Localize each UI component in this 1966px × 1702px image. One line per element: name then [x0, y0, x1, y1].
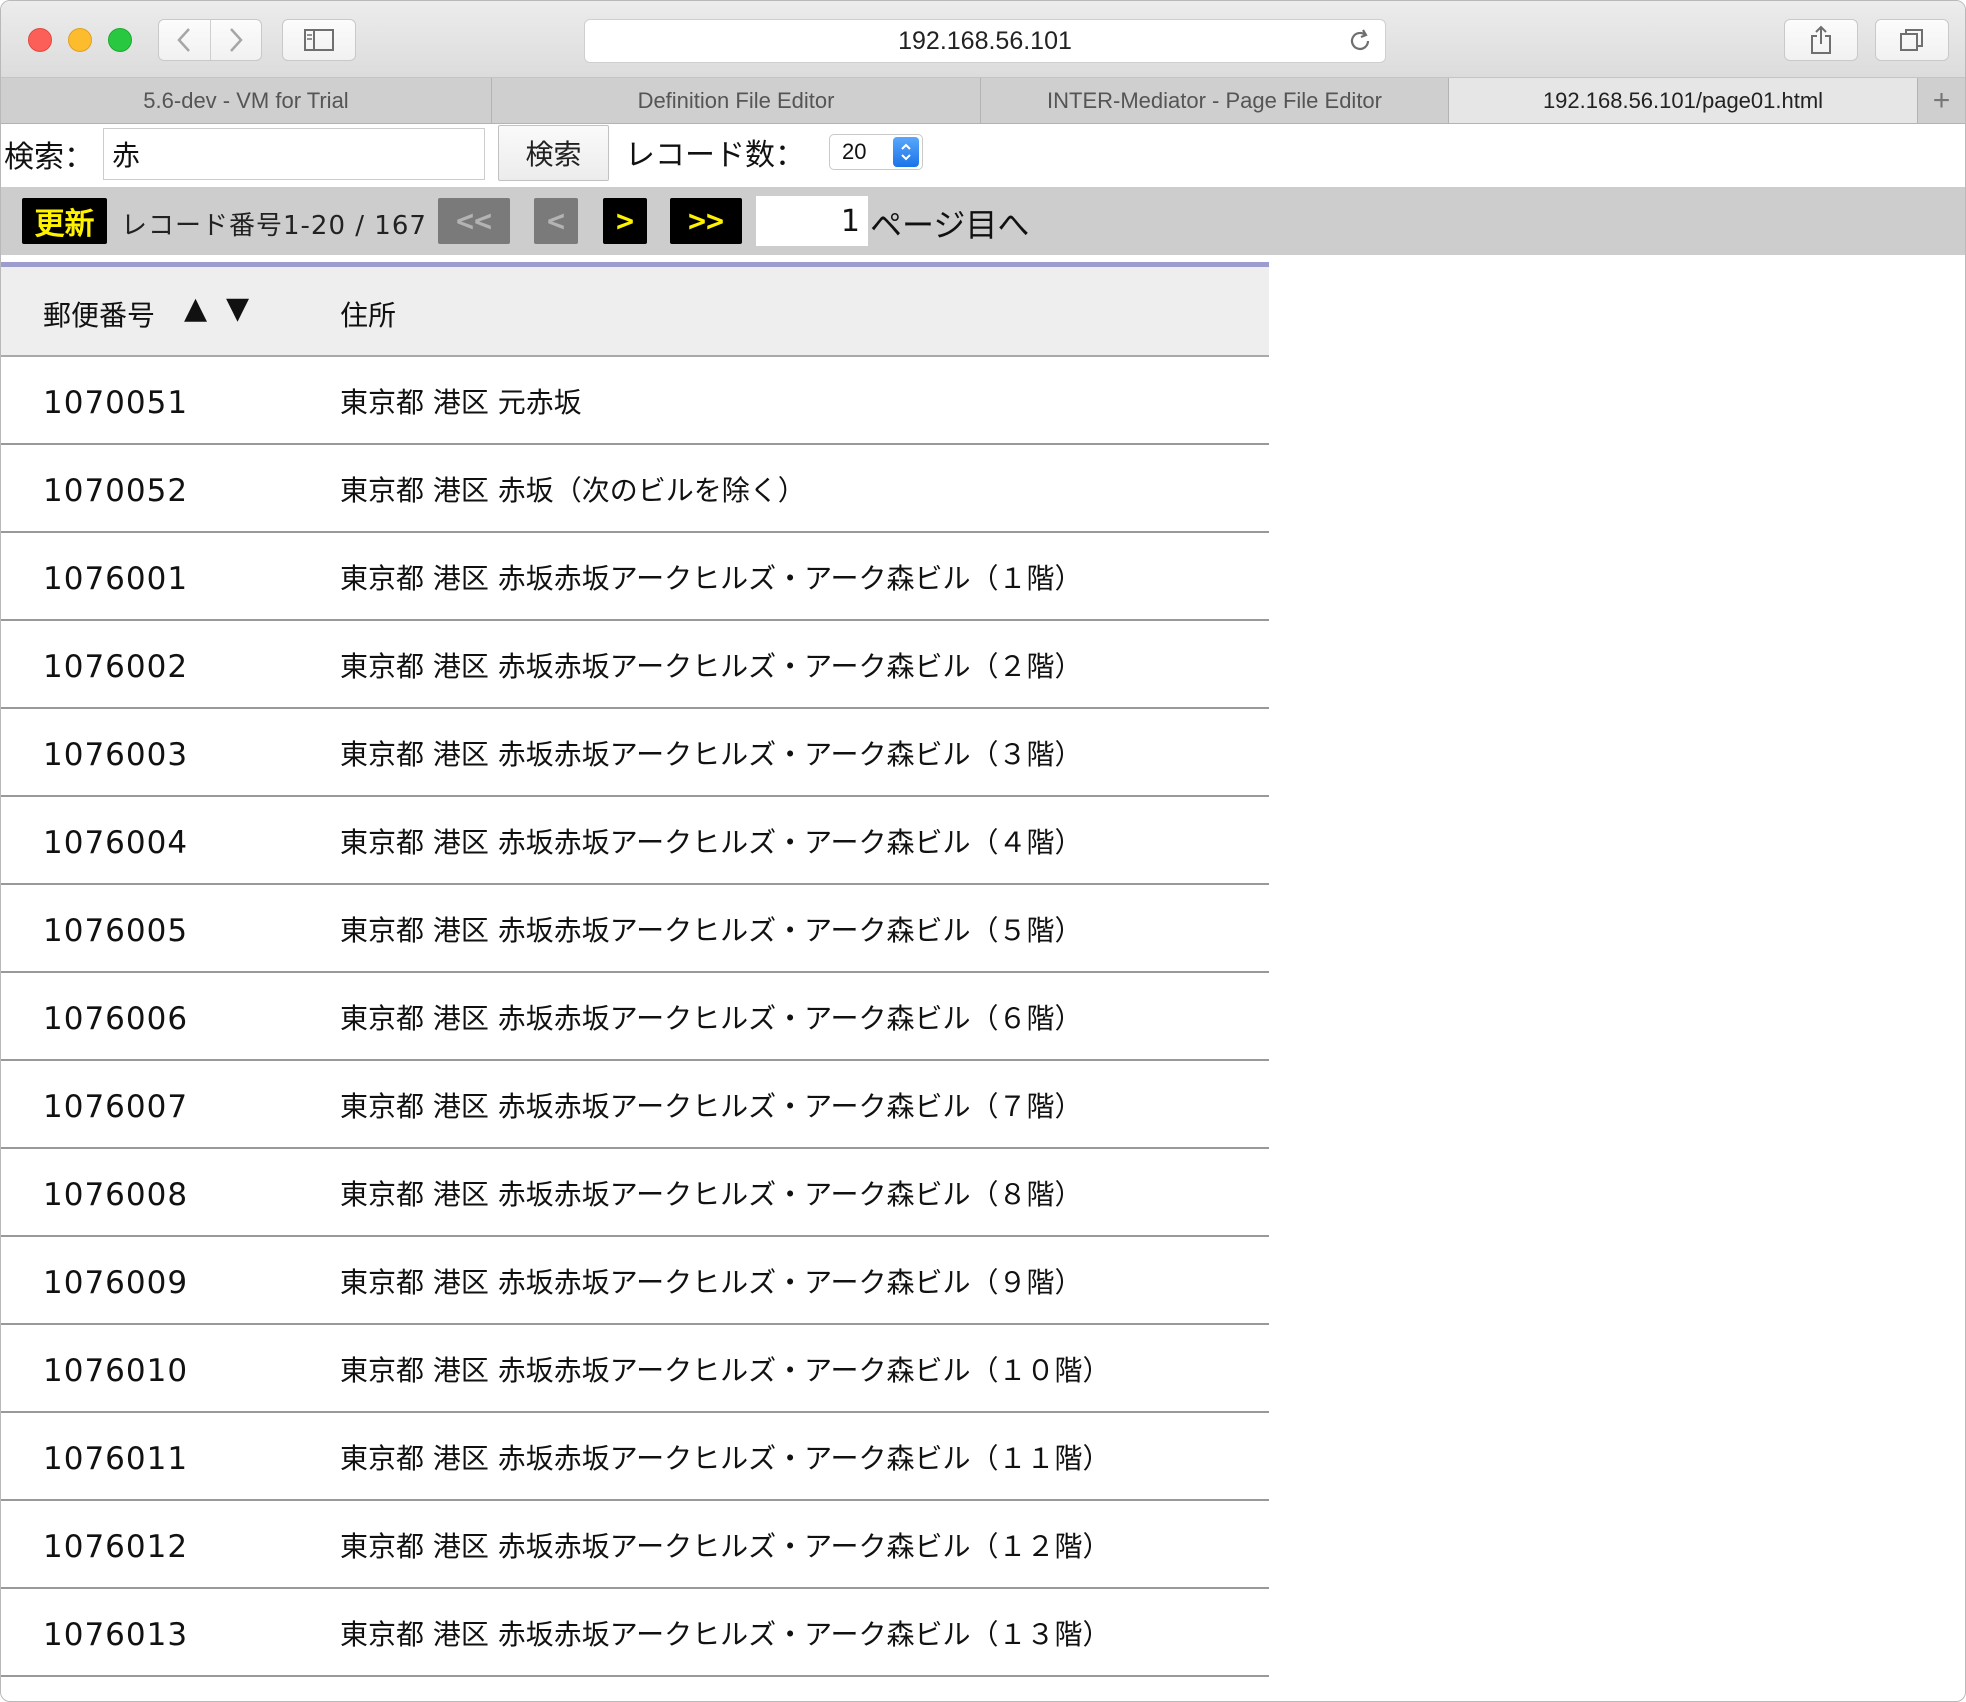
- zip-cell: 1076005: [43, 913, 189, 949]
- zip-column-header: 郵便番号: [43, 299, 156, 332]
- title-bar: 192.168.56.101: [1, 1, 1965, 78]
- address-cell: 東京都 港区 赤坂赤坂アークヒルズ・アーク森ビル（２階）: [340, 650, 1083, 683]
- zip-cell: 1076006: [43, 1001, 189, 1037]
- page-jump-label: ページ目へ: [870, 206, 1030, 244]
- table-row: 1076004 東京都 港区 赤坂赤坂アークヒルズ・アーク森ビル（４階）: [1, 797, 1269, 885]
- table-row: 1076007 東京都 港区 赤坂赤坂アークヒルズ・アーク森ビル（７階）: [1, 1061, 1269, 1149]
- pagination-bar: 更新 レコード番号1-20 / 167 << < > >> ページ目へ: [1, 187, 1965, 255]
- zip-cell: 1076013: [43, 1617, 189, 1653]
- table-row: 1076005 東京都 港区 赤坂赤坂アークヒルズ・アーク森ビル（５階）: [1, 885, 1269, 973]
- forward-button[interactable]: [209, 20, 262, 60]
- record-range-text: レコード番号1-20 / 167: [121, 211, 427, 241]
- address-table: 郵便番号 ▲ ▼ 住所 1070051 東京都 港区 元赤坂 1070052 東京都 …: [1, 262, 1269, 1677]
- back-button[interactable]: [159, 20, 210, 60]
- address-cell: 東京都 港区 赤坂赤坂アークヒルズ・アーク森ビル（１３階）: [340, 1618, 1111, 1651]
- address-cell: 東京都 港区 赤坂赤坂アークヒルズ・アーク森ビル（８階）: [340, 1178, 1083, 1211]
- table-row: 1076001 東京都 港区 赤坂赤坂アークヒルズ・アーク森ビル（１階）: [1, 533, 1269, 621]
- address-column-header: 住所: [340, 299, 397, 332]
- back-icon: [177, 28, 191, 52]
- table-row: 1076006 東京都 港区 赤坂赤坂アークヒルズ・アーク森ビル（６階）: [1, 973, 1269, 1061]
- table-row: 1070051 東京都 港区 元赤坂: [1, 357, 1269, 445]
- zip-cell: 1076002: [43, 649, 189, 685]
- zip-cell: 1070052: [43, 473, 189, 509]
- sidebar-icon: [304, 29, 334, 51]
- browser-window: 192.168.56.101 5.6-dev - VM for Trial De…: [0, 0, 1966, 1702]
- table-row: 1076008 東京都 港区 赤坂赤坂アークヒルズ・アーク森ビル（８階）: [1, 1149, 1269, 1237]
- zip-cell: 1076008: [43, 1177, 189, 1213]
- address-cell: 東京都 港区 赤坂（次のビルを除く）: [340, 474, 806, 507]
- zip-cell: 1076009: [43, 1265, 189, 1301]
- table-row: 1076002 東京都 港区 赤坂赤坂アークヒルズ・アーク森ビル（２階）: [1, 621, 1269, 709]
- table-row: 1076010 東京都 港区 赤坂赤坂アークヒルズ・アーク森ビル（１０階）: [1, 1325, 1269, 1413]
- page-number-input[interactable]: [756, 196, 868, 246]
- table-row: 1076011 東京都 港区 赤坂赤坂アークヒルズ・アーク森ビル（１１階）: [1, 1413, 1269, 1501]
- history-nav-group: [158, 19, 262, 61]
- tab-bar: 5.6-dev - VM for Trial Definition File E…: [1, 78, 1965, 124]
- address-cell: 東京都 港区 赤坂赤坂アークヒルズ・アーク森ビル（９階）: [340, 1266, 1083, 1299]
- new-tab-button[interactable]: +: [1918, 78, 1965, 123]
- reload-icon: [1350, 29, 1370, 50]
- table-row: 1076012 東京都 港区 赤坂赤坂アークヒルズ・アーク森ビル（１２階）: [1, 1501, 1269, 1589]
- close-window-button[interactable]: [28, 28, 52, 52]
- tab-definition-file-editor[interactable]: Definition File Editor: [492, 78, 981, 123]
- tab-vm-for-trial[interactable]: 5.6-dev - VM for Trial: [1, 78, 492, 123]
- address-cell: 東京都 港区 赤坂赤坂アークヒルズ・アーク森ビル（１０階）: [340, 1354, 1111, 1387]
- zip-cell: 1076004: [43, 825, 189, 861]
- zoom-window-button[interactable]: [108, 28, 132, 52]
- sort-descending-button[interactable]: ▼: [226, 291, 249, 326]
- zip-cell: 1076003: [43, 737, 189, 773]
- tabs-overview-button[interactable]: [1875, 19, 1949, 61]
- address-cell: 東京都 港区 赤坂赤坂アークヒルズ・アーク森ビル（３階）: [340, 738, 1083, 771]
- search-label: 検索：: [4, 140, 94, 175]
- minimize-window-button[interactable]: [68, 28, 92, 52]
- record-count-value: 20: [842, 139, 867, 164]
- address-bar[interactable]: 192.168.56.101: [584, 19, 1386, 63]
- search-input[interactable]: [103, 128, 485, 180]
- address-text: 192.168.56.101: [898, 26, 1072, 55]
- reload-button[interactable]: [1347, 28, 1373, 61]
- search-row: 検索： 検索 レコード数： 20: [1, 124, 1965, 187]
- forward-icon: [229, 28, 243, 52]
- address-cell: 東京都 港区 赤坂赤坂アークヒルズ・アーク森ビル（４階）: [340, 826, 1083, 859]
- address-cell: 東京都 港区 赤坂赤坂アークヒルズ・アーク森ビル（１階）: [340, 562, 1083, 595]
- zip-cell: 1076007: [43, 1089, 189, 1125]
- address-cell: 東京都 港区 赤坂赤坂アークヒルズ・アーク森ビル（１２階）: [340, 1530, 1111, 1563]
- address-cell: 東京都 港区 赤坂赤坂アークヒルズ・アーク森ビル（５階）: [340, 914, 1083, 947]
- sort-ascending-button[interactable]: ▲: [184, 291, 207, 326]
- first-page-button[interactable]: <<: [438, 198, 510, 244]
- table-body: 1070051 東京都 港区 元赤坂 1070052 東京都 港区 赤坂（次のビルを除…: [1, 357, 1269, 1677]
- tab-page01[interactable]: 192.168.56.101/page01.html: [1449, 78, 1918, 123]
- record-count-label: レコード数：: [625, 138, 805, 173]
- table-row: 1076013 東京都 港区 赤坂赤坂アークヒルズ・アーク森ビル（１３階）: [1, 1589, 1269, 1677]
- tabs-overview-icon: [1900, 29, 1923, 51]
- update-button[interactable]: 更新: [22, 198, 107, 244]
- address-cell: 東京都 港区 赤坂赤坂アークヒルズ・アーク森ビル（１１階）: [340, 1442, 1111, 1475]
- zip-cell: 1076001: [43, 561, 189, 597]
- table-row: 1076009 東京都 港区 赤坂赤坂アークヒルズ・アーク森ビル（９階）: [1, 1237, 1269, 1325]
- table-row: 1070052 東京都 港区 赤坂（次のビルを除く）: [1, 445, 1269, 533]
- table-row: 1076003 東京都 港区 赤坂赤坂アークヒルズ・アーク森ビル（３階）: [1, 709, 1269, 797]
- share-icon: [1811, 25, 1831, 54]
- table-header: 郵便番号 ▲ ▼ 住所: [1, 267, 1269, 357]
- zip-cell: 1070051: [43, 385, 189, 421]
- zip-cell: 1076012: [43, 1529, 189, 1565]
- zip-cell: 1076011: [43, 1441, 189, 1477]
- address-cell: 東京都 港区 赤坂赤坂アークヒルズ・アーク森ビル（６階）: [340, 1002, 1083, 1035]
- tab-page-file-editor[interactable]: INTER-Mediator - Page File Editor: [981, 78, 1449, 123]
- next-page-button[interactable]: >: [603, 198, 647, 244]
- zip-cell: 1076010: [43, 1353, 189, 1389]
- sidebar-button[interactable]: [282, 19, 356, 61]
- search-button[interactable]: 検索: [498, 125, 609, 181]
- record-count-select[interactable]: 20: [829, 134, 923, 170]
- address-cell: 東京都 港区 元赤坂: [340, 386, 582, 419]
- address-cell: 東京都 港区 赤坂赤坂アークヒルズ・アーク森ビル（７階）: [340, 1090, 1083, 1123]
- last-page-button[interactable]: >>: [670, 198, 742, 244]
- share-button[interactable]: [1784, 19, 1858, 61]
- stepper-icon: [893, 137, 919, 167]
- previous-page-button[interactable]: <: [534, 198, 578, 244]
